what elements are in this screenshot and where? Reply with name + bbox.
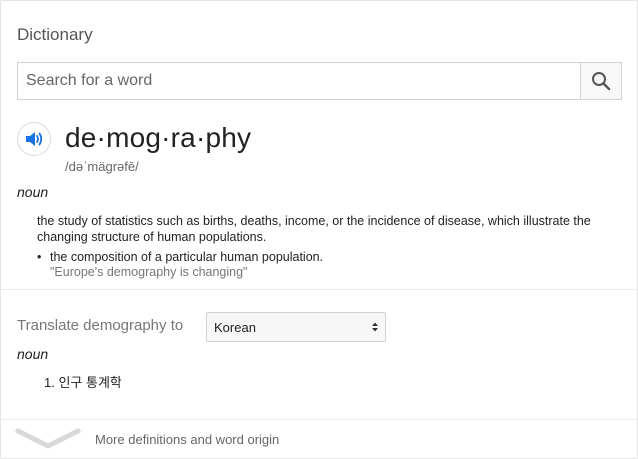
search-box [17,62,622,100]
search-icon [592,72,611,91]
sub-definition-text: the composition of a particular human po… [50,250,324,264]
headword: de·mog·ra·phy [65,122,252,153]
speaker-icon [26,132,43,146]
translation-number: 1. [44,375,55,390]
translation-item: 1. 인구 통계학 [44,372,122,391]
search-input[interactable] [18,63,583,99]
language-select[interactable]: Korean [206,312,386,342]
up-down-arrows-icon [372,322,378,332]
card-title: Dictionary [17,25,93,44]
definition-text: the study of statistics such as births, … [37,214,591,244]
usage-example: "Europe's demography is changing" [50,265,248,279]
pronounce-button[interactable] [17,122,51,156]
more-definitions-link[interactable]: More definitions and word origin [1,420,637,458]
chevron-down-icon [15,428,81,449]
translation-text: 인구 통계학 [58,375,122,390]
selected-language: Korean [214,320,256,335]
translate-label: Translate demography to [17,317,184,334]
phonetic-spelling: /dəˈmägrəfē/ [65,159,139,174]
bullet: • [37,250,42,264]
more-definitions-label: More definitions and word origin [95,432,280,447]
dictionary-card: Dictionary de·mog·ra·phy /dəˈmägrəfē/ no… [0,0,638,459]
part-of-speech: noun [17,184,49,200]
search-button[interactable] [580,63,621,99]
translation-part-of-speech: noun [17,346,49,362]
section-divider [1,289,637,290]
